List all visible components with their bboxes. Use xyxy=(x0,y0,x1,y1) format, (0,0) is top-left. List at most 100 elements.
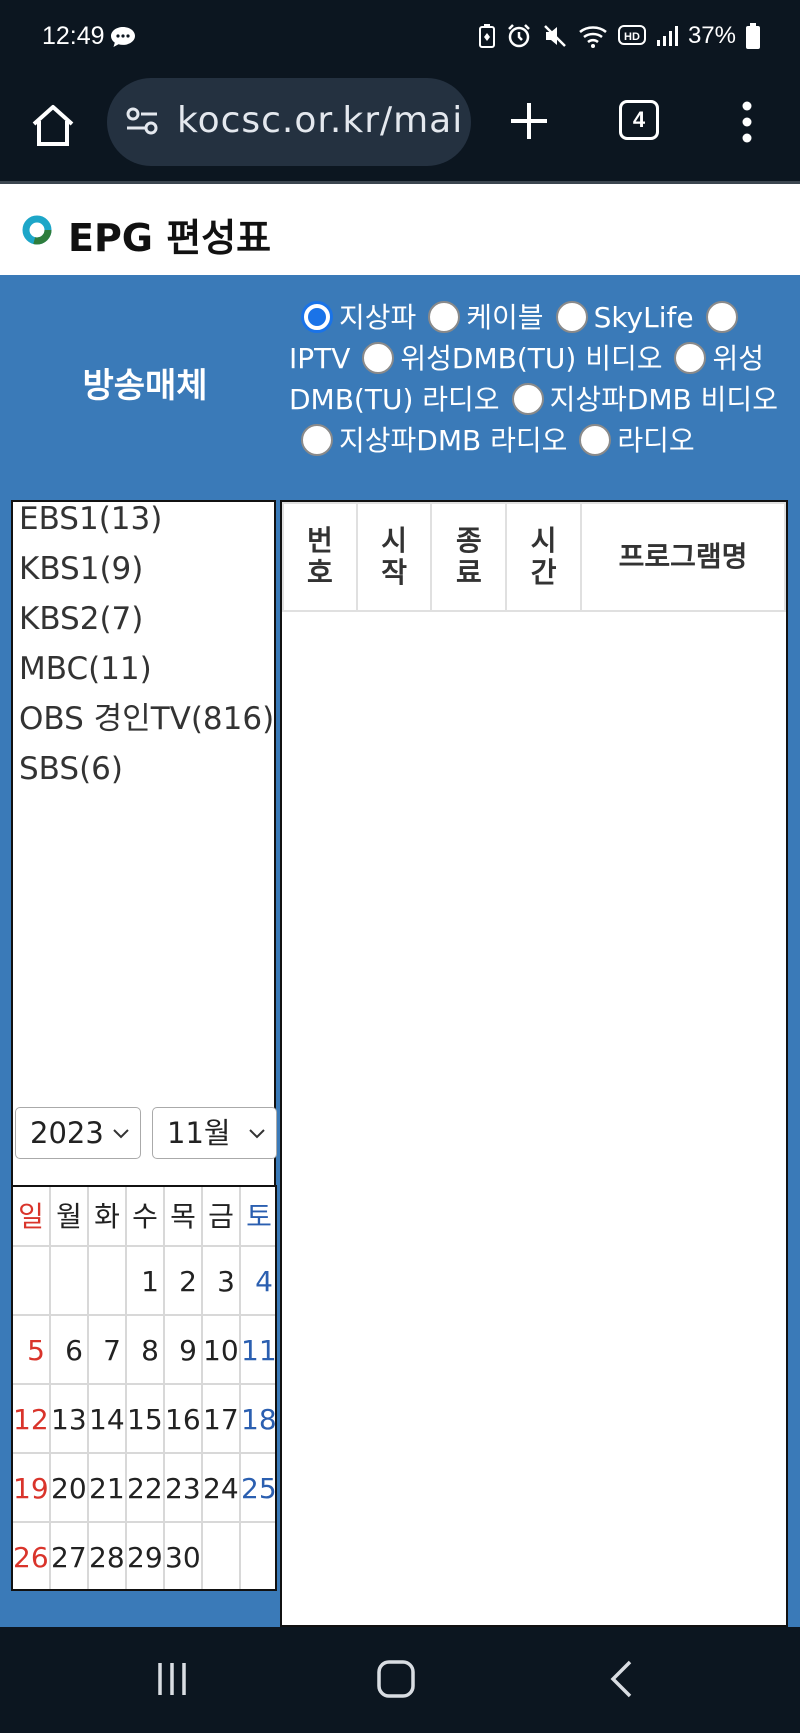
calendar-empty-cell xyxy=(51,1247,89,1316)
calendar: 일 월 화 수 목 금 토 1 2 3 4 5 6 7 8 9 10 11 12 13 14 15 16 17 18 19 20 21… xyxy=(11,1185,277,1591)
calendar-day[interactable]: 7 xyxy=(89,1316,127,1385)
page-title: EPG 편성표 xyxy=(68,216,272,260)
alarm-icon xyxy=(508,24,530,48)
chevron-down-icon xyxy=(249,1129,265,1139)
tab-switcher-button[interactable]: 4 xyxy=(619,100,659,140)
chat-bubble-icon xyxy=(111,27,135,47)
media-option[interactable]: 지상파DMB 비디오 xyxy=(500,383,778,416)
media-option[interactable]: SkyLife xyxy=(544,301,694,334)
calendar-day[interactable]: 29 xyxy=(127,1523,165,1589)
table-header-row: 번 호시 작종 료시 간 프로그램명 xyxy=(282,502,787,612)
home-nav-icon[interactable] xyxy=(376,1659,416,1699)
radio-button[interactable] xyxy=(555,301,588,333)
calendar-day[interactable]: 28 xyxy=(89,1523,127,1589)
calendar-day[interactable]: 13 xyxy=(51,1385,89,1454)
media-option-label: 위성DMB(TU) 비디오 xyxy=(400,342,663,375)
radio-button[interactable] xyxy=(301,301,333,333)
calendar-day[interactable]: 14 xyxy=(89,1385,127,1454)
radio-button[interactable] xyxy=(511,383,544,415)
plus-icon[interactable] xyxy=(508,100,550,142)
channel-item[interactable]: EBS1(13) xyxy=(19,502,268,552)
channel-item[interactable]: MBC(11) xyxy=(19,652,268,702)
calendar-day[interactable]: 23 xyxy=(165,1454,203,1523)
table-header: 시 작 xyxy=(355,502,433,612)
more-vert-icon[interactable] xyxy=(738,100,756,144)
media-option-label: 지상파DMB 라디오 xyxy=(339,424,568,457)
calendar-day[interactable]: 3 xyxy=(203,1247,241,1316)
home-icon[interactable] xyxy=(30,102,76,148)
media-radio-group: 지상파 케이블 SkyLifeIPTV 위성DMB(TU) 비디오 위성DMB(TU) … xyxy=(289,297,797,461)
calendar-day[interactable]: 24 xyxy=(203,1454,241,1523)
calendar-day[interactable]: 21 xyxy=(89,1454,127,1523)
epg-panel: 방송매체 지상파 케이블 SkyLifeIPTV 위성DMB(TU) 비디오 위성DMB… xyxy=(0,275,800,1627)
calendar-day[interactable]: 27 xyxy=(51,1523,89,1589)
media-option[interactable]: 지상파DMB 라디오 xyxy=(289,424,567,457)
recent-apps-icon[interactable] xyxy=(156,1659,188,1699)
calendar-day[interactable]: 9 xyxy=(165,1316,203,1385)
calendar-day[interactable]: 2 xyxy=(165,1247,203,1316)
calendar-day[interactable]: 25 xyxy=(241,1454,275,1523)
radio-button[interactable] xyxy=(579,424,612,456)
calendar-day[interactable]: 26 xyxy=(13,1523,51,1589)
calendar-weekday: 월 xyxy=(51,1187,89,1247)
hd-icon: HD xyxy=(617,25,646,45)
calendar-day[interactable]: 30 xyxy=(165,1523,203,1589)
calendar-day[interactable]: 20 xyxy=(51,1454,89,1523)
back-icon[interactable] xyxy=(608,1659,634,1699)
calendar-day[interactable]: 10 xyxy=(203,1316,241,1385)
channel-item[interactable]: SBS(6) xyxy=(19,752,268,802)
media-option[interactable]: 위성DMB(TU) 비디오 xyxy=(350,342,662,375)
calendar-day[interactable]: 12 xyxy=(13,1385,51,1454)
browser-toolbar: kocsc.or.kr/mai 4 xyxy=(0,72,800,184)
page-header: EPG 편성표 xyxy=(0,187,800,275)
calendar-day[interactable]: 4 xyxy=(241,1247,275,1316)
media-option-label: 케이블 xyxy=(466,301,544,334)
year-select[interactable]: 2023 xyxy=(15,1107,141,1159)
chevron-down-icon xyxy=(113,1129,129,1139)
month-select-value: 11월 xyxy=(167,1116,231,1150)
url-text: kocsc.or.kr/mai xyxy=(177,100,464,141)
calendar-day[interactable]: 18 xyxy=(241,1385,275,1454)
calendar-day[interactable]: 22 xyxy=(127,1454,165,1523)
calendar-day[interactable]: 11 xyxy=(241,1316,275,1385)
calendar-empty-cell xyxy=(13,1247,51,1316)
address-bar[interactable]: kocsc.or.kr/mai xyxy=(107,78,471,166)
calendar-day[interactable]: 1 xyxy=(127,1247,165,1316)
radio-button[interactable] xyxy=(674,342,707,374)
channel-item[interactable]: KBS2(7) xyxy=(19,602,268,652)
calendar-weekday: 토 xyxy=(241,1187,275,1247)
calendar-weekday: 수 xyxy=(127,1187,165,1247)
calendar-day[interactable]: 16 xyxy=(165,1385,203,1454)
calendar-day[interactable]: 15 xyxy=(127,1385,165,1454)
media-option-label: 라디오 xyxy=(617,424,695,457)
calendar-day[interactable]: 5 xyxy=(13,1316,51,1385)
svg-text:HD: HD xyxy=(624,31,640,43)
media-option-label: IPTV xyxy=(289,342,351,375)
radio-button[interactable] xyxy=(362,342,395,374)
radio-button[interactable] xyxy=(428,301,461,333)
calendar-day[interactable]: 8 xyxy=(127,1316,165,1385)
table-header: 종 료 xyxy=(430,502,508,612)
status-icons: HD 37% xyxy=(478,22,760,50)
calendar-empty-cell xyxy=(241,1523,275,1589)
calendar-day[interactable]: 6 xyxy=(51,1316,89,1385)
radio-button[interactable] xyxy=(301,424,333,456)
calendar-empty-cell xyxy=(89,1247,127,1316)
calendar-weekday: 화 xyxy=(89,1187,127,1247)
tune-icon[interactable] xyxy=(125,106,159,136)
channel-item[interactable]: KBS1(9) xyxy=(19,552,268,602)
status-time: 12:49 xyxy=(42,22,105,50)
channel-item[interactable]: OBS 경인TV(816) xyxy=(19,702,274,752)
media-option[interactable]: 케이블 xyxy=(416,301,544,334)
media-option[interactable]: 지상파 xyxy=(289,301,416,334)
calendar-weekday: 금 xyxy=(203,1187,241,1247)
media-option-label: SkyLife xyxy=(593,301,694,334)
month-select[interactable]: 11월 xyxy=(152,1107,277,1159)
calendar-day[interactable]: 17 xyxy=(203,1385,241,1454)
media-option[interactable]: 라디오 xyxy=(567,424,695,457)
radio-button[interactable] xyxy=(705,301,738,333)
table-header: 번 호 xyxy=(282,502,358,612)
calendar-day[interactable]: 19 xyxy=(13,1454,51,1523)
program-table: 번 호시 작종 료시 간 프로그램명 xyxy=(280,500,788,1627)
table-header: 시 간 xyxy=(505,502,582,612)
